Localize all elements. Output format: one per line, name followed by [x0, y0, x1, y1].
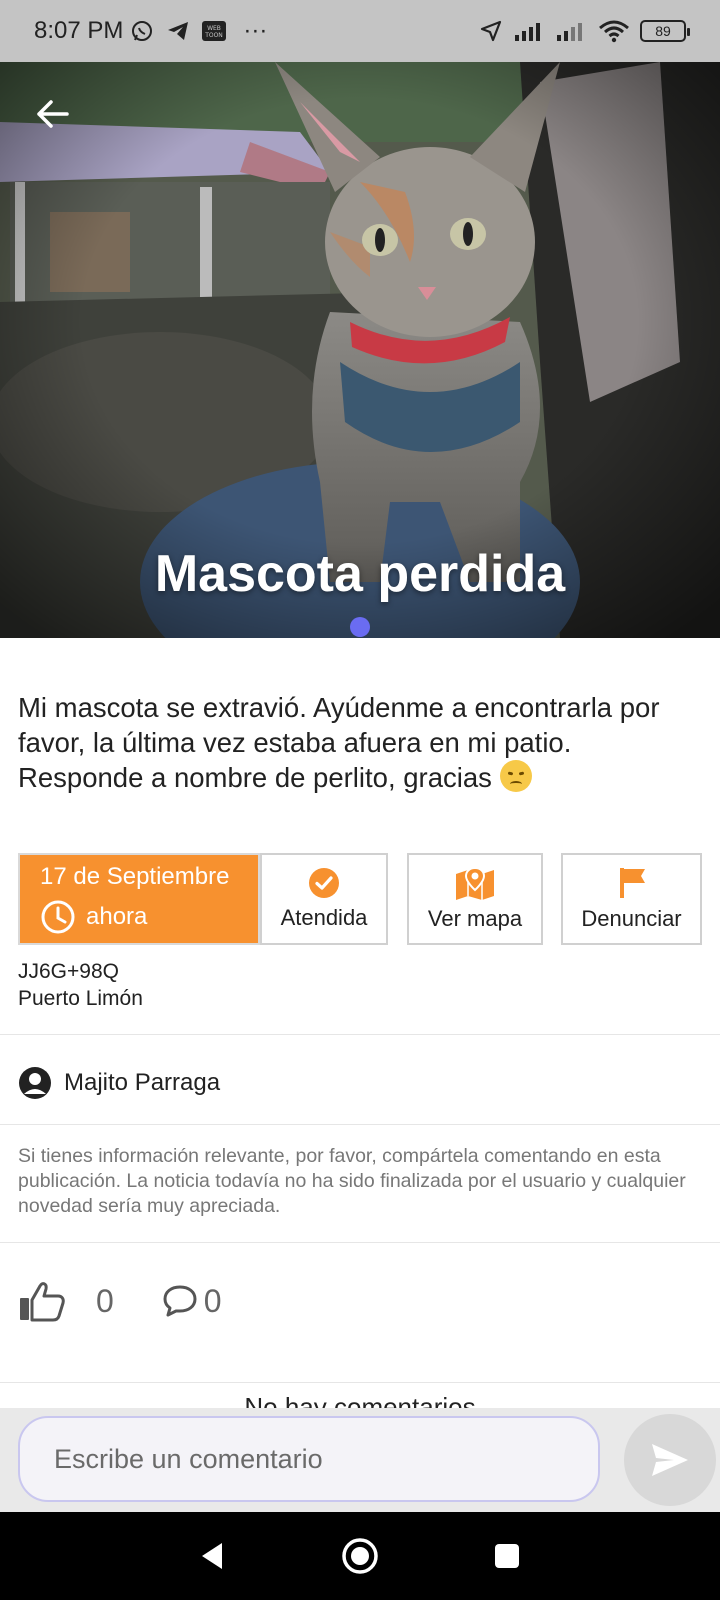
more-dots-icon: ···: [243, 17, 268, 44]
attended-label: Atendida: [280, 905, 368, 930]
system-navigation-bar: [0, 1512, 720, 1600]
nav-recents-button[interactable]: [483, 1532, 531, 1580]
check-circle-icon: [309, 868, 339, 898]
view-map-button[interactable]: Ver mapa: [407, 853, 543, 945]
webtoon-icon: WEB TOON: [201, 18, 227, 44]
map-pin-icon: [456, 866, 494, 900]
send-icon: [652, 1444, 688, 1476]
disappointed-face-emoji: [499, 760, 532, 792]
author-name: Majito Parraga: [64, 1069, 221, 1096]
hero-image: Mascota perdida: [0, 62, 720, 638]
triangle-back-icon: [202, 1543, 223, 1569]
comment-bar: [0, 1408, 720, 1512]
arrow-left-icon: [37, 100, 69, 128]
location-info: JJ6G+98Q Puerto Limón: [18, 958, 143, 1012]
back-button[interactable]: [28, 90, 76, 138]
location-arrow-icon: [478, 18, 504, 44]
post-time: ahora: [86, 903, 148, 930]
post-description: Mi mascota se extravió. Ayúdenme a encon…: [18, 690, 698, 795]
clock-icon: [41, 900, 75, 934]
divider: [0, 1124, 720, 1125]
post-time-row: ahora: [40, 899, 246, 935]
svg-text:TOON: TOON: [205, 32, 224, 39]
comment-count: 0: [203, 1282, 222, 1319]
post-description-text: Mi mascota se extravió. Ayúdenme a encon…: [18, 692, 660, 793]
action-row: 17 de Septiembre ahora Atendida Ver mapa…: [18, 853, 702, 945]
post-title: Mascota perdida: [154, 545, 566, 603]
post-date: 17 de Septiembre: [40, 863, 230, 890]
signal-icon: [514, 18, 546, 44]
screen: 8:07 PM WEB TOON ··· 89 Mascota perdida …: [0, 0, 720, 1600]
thumbs-up-icon[interactable]: [18, 1280, 66, 1322]
signal-icon: [556, 18, 588, 44]
info-notice: Si tienes información relevante, por fav…: [18, 1145, 686, 1217]
date-badge: 17 de Septiembre ahora: [18, 853, 260, 945]
wifi-icon: [598, 18, 630, 44]
send-button[interactable]: [624, 1414, 716, 1506]
status-time: 8:07 PM: [34, 17, 124, 44]
nav-home-button[interactable]: [336, 1532, 384, 1580]
divider: [0, 1034, 720, 1035]
home-circle-icon: [342, 1538, 378, 1574]
divider: [0, 1382, 720, 1383]
nav-back-button[interactable]: [189, 1532, 237, 1580]
comment-bubble-icon[interactable]: [162, 1284, 198, 1318]
carousel-indicator-dot[interactable]: [350, 617, 370, 637]
report-label: Denunciar: [581, 906, 682, 931]
square-recents-icon: [494, 1544, 519, 1568]
reactions-row: 0 0: [18, 1280, 222, 1322]
author-row[interactable]: Majito Parraga: [18, 1066, 220, 1100]
battery-icon: 89: [640, 20, 690, 42]
comment-input[interactable]: [18, 1416, 600, 1502]
divider: [0, 1242, 720, 1243]
notification-icons: WEB TOON ···: [129, 17, 273, 44]
webtoon-logo-text: WEB: [207, 25, 221, 32]
attended-button[interactable]: Atendida: [260, 853, 388, 945]
user-avatar-icon: [19, 1067, 51, 1099]
status-bar: 8:07 PM WEB TOON ··· 89: [0, 0, 720, 62]
plus-code: JJ6G+98Q: [18, 960, 119, 983]
location-city: Puerto Limón: [18, 987, 143, 1010]
system-icons: 89: [478, 18, 690, 44]
report-button[interactable]: Denunciar: [561, 853, 702, 945]
like-count: 0: [96, 1282, 114, 1319]
view-map-label: Ver mapa: [427, 906, 523, 931]
flag-icon: [619, 868, 645, 898]
whatsapp-icon: [129, 18, 155, 44]
telegram-icon: [165, 18, 191, 44]
